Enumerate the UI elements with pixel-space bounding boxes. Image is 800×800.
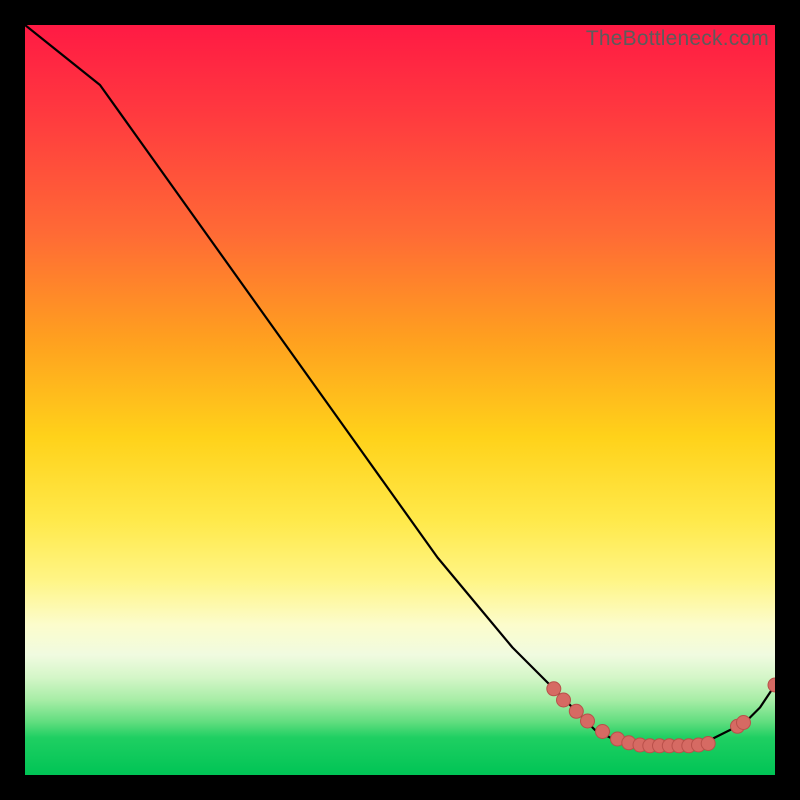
bottleneck-curve-line [25,25,775,745]
plot-area: TheBottleneck.com [25,25,775,775]
watermark-label: TheBottleneck.com [586,27,769,51]
data-point [547,682,561,696]
chart-overlay [25,25,775,775]
data-point [581,714,595,728]
data-points-group [547,678,775,753]
chart-frame: TheBottleneck.com [0,0,800,800]
data-point [569,704,583,718]
data-point [701,737,715,751]
data-point [557,693,571,707]
data-point [596,725,610,739]
data-point [737,716,751,730]
data-point [768,678,775,692]
